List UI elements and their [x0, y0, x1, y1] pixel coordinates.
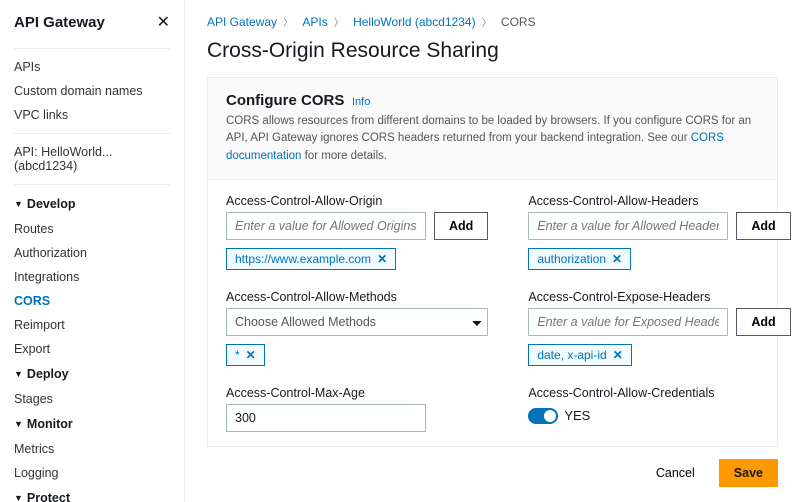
breadcrumb-helloworld[interactable]: HelloWorld (abcd1234) — [353, 15, 476, 29]
add-allow-origin-button[interactable]: Add — [434, 212, 488, 240]
sidebar-item-apis[interactable]: APIs — [0, 55, 184, 79]
close-icon[interactable]: ✕ — [157, 12, 170, 32]
main-content: API Gateway〉 APIs〉 HelloWorld (abcd1234)… — [185, 0, 800, 502]
caret-down-icon: ▼ — [14, 369, 23, 379]
input-max-age[interactable] — [226, 404, 426, 432]
tag-allow-methods-0: *✕ — [226, 344, 265, 366]
tag-allow-origin-0: https://www.example.com✕ — [226, 248, 396, 270]
caret-down-icon: ▼ — [14, 493, 23, 502]
add-allow-headers-button[interactable]: Add — [736, 212, 790, 240]
sidebar-item-cors[interactable]: CORS — [0, 289, 184, 313]
remove-tag-icon[interactable]: ✕ — [377, 252, 387, 266]
sidebar-section-deploy[interactable]: ▼Deploy — [0, 361, 184, 387]
remove-tag-icon[interactable]: ✕ — [246, 348, 256, 362]
label-allow-credentials: Access-Control-Allow-Credentials — [528, 386, 790, 400]
label-allow-methods: Access-Control-Allow-Methods — [226, 290, 488, 304]
input-allow-origin[interactable] — [226, 212, 426, 240]
breadcrumb-apis[interactable]: APIs — [302, 15, 327, 29]
toggle-allow-credentials[interactable] — [528, 408, 558, 424]
tag-expose-headers-0: date, x-api-id✕ — [528, 344, 631, 366]
sidebar-item-vpc-links[interactable]: VPC links — [0, 103, 184, 127]
info-link[interactable]: Info — [352, 96, 370, 108]
label-allow-headers: Access-Control-Allow-Headers — [528, 194, 790, 208]
cancel-button[interactable]: Cancel — [642, 459, 709, 487]
breadcrumb-api-gateway[interactable]: API Gateway — [207, 15, 277, 29]
sidebar-section-develop[interactable]: ▼Develop — [0, 191, 184, 217]
field-allow-origin: Access-Control-Allow-Origin Add https://… — [226, 194, 488, 270]
sidebar-item-stages[interactable]: Stages — [0, 387, 184, 411]
remove-tag-icon[interactable]: ✕ — [612, 252, 622, 266]
sidebar-title: API Gateway — [14, 14, 105, 31]
caret-down-icon: ▼ — [14, 199, 23, 209]
configure-cors-panel: Configure CORS Info CORS allows resource… — [207, 77, 778, 447]
save-button[interactable]: Save — [719, 459, 778, 487]
sidebar-item-export[interactable]: Export — [0, 337, 184, 361]
sidebar-item-logging[interactable]: Logging — [0, 461, 184, 485]
breadcrumb: API Gateway〉 APIs〉 HelloWorld (abcd1234)… — [207, 14, 778, 29]
sidebar-item-integrations[interactable]: Integrations — [0, 265, 184, 289]
label-allow-origin: Access-Control-Allow-Origin — [226, 194, 488, 208]
field-allow-credentials: Access-Control-Allow-Credentials YES — [528, 386, 790, 432]
sidebar-section-protect[interactable]: ▼Protect — [0, 485, 184, 502]
field-expose-headers: Access-Control-Expose-Headers Add date, … — [528, 290, 790, 366]
panel-title: Configure CORS — [226, 92, 344, 109]
field-allow-methods: Access-Control-Allow-Methods Choose Allo… — [226, 290, 488, 366]
sidebar-item-custom-domain-names[interactable]: Custom domain names — [0, 79, 184, 103]
sidebar-item-authorization[interactable]: Authorization — [0, 241, 184, 265]
sidebar-item-routes[interactable]: Routes — [0, 217, 184, 241]
breadcrumb-current: CORS — [501, 15, 536, 29]
field-max-age: Access-Control-Max-Age — [226, 386, 488, 432]
select-allow-methods[interactable]: Choose Allowed Methods — [226, 308, 488, 336]
sidebar-api-label: API: HelloWorld...(abcd1234) — [0, 140, 184, 178]
input-allow-headers[interactable] — [528, 212, 728, 240]
tag-allow-headers-0: authorization✕ — [528, 248, 631, 270]
input-expose-headers[interactable] — [528, 308, 728, 336]
page-title: Cross-Origin Resource Sharing — [207, 39, 778, 63]
action-bar: Cancel Save — [207, 459, 778, 487]
panel-description: CORS allows resources from different dom… — [226, 113, 759, 165]
label-max-age: Access-Control-Max-Age — [226, 386, 488, 400]
sidebar-item-metrics[interactable]: Metrics — [0, 437, 184, 461]
sidebar-section-monitor[interactable]: ▼Monitor — [0, 411, 184, 437]
field-allow-headers: Access-Control-Allow-Headers Add authori… — [528, 194, 790, 270]
caret-down-icon: ▼ — [14, 419, 23, 429]
remove-tag-icon[interactable]: ✕ — [613, 348, 623, 362]
sidebar-item-reimport[interactable]: Reimport — [0, 313, 184, 337]
toggle-value: YES — [564, 408, 590, 423]
add-expose-headers-button[interactable]: Add — [736, 308, 790, 336]
label-expose-headers: Access-Control-Expose-Headers — [528, 290, 790, 304]
sidebar: API Gateway ✕ APIs Custom domain names V… — [0, 0, 185, 502]
